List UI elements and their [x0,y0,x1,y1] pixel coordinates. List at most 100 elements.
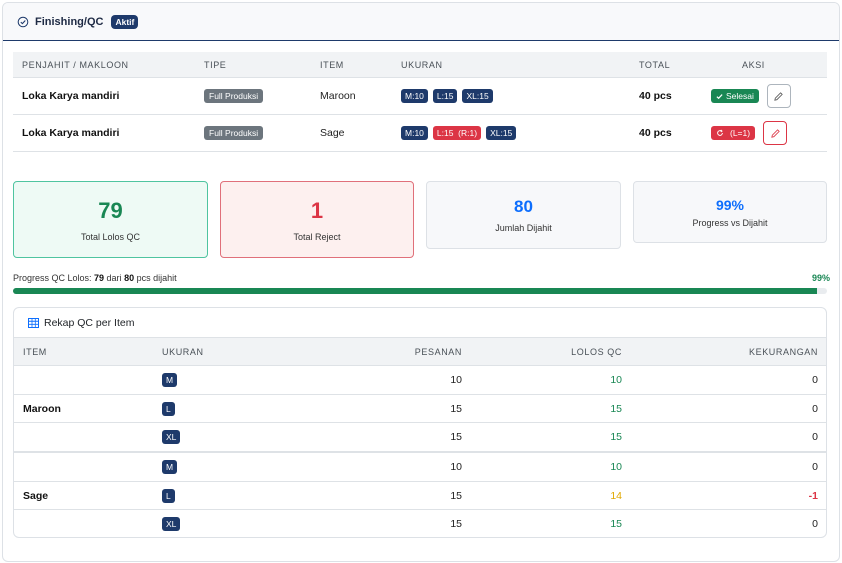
ukuran-badge: L [162,488,175,503]
status-badge: Aktif [111,14,139,29]
ukuran-badge: M [162,459,178,474]
stat-value: 79 [98,197,123,223]
table-row: M 10 10 0 [14,366,826,395]
stat-value: 1 [310,197,324,223]
status-label: (L=1) [730,128,751,138]
size-badge: XL:15 [462,89,493,103]
group-item-name: Maroon [23,403,61,416]
col-ukuran: UKURAN [401,59,443,70]
size-badges: M:10 L:15 (R:1) XL:15 [401,126,521,140]
rekap-group: M 10 10 0 L 15 15 0 XL 15 15 0 Maroon [14,366,826,454]
ukuran-badge: XL [162,517,181,532]
col-pesanan: PESANAN [414,346,462,357]
rekap-card: Rekap QC per Item ITEM UKURAN PESANAN LO… [13,307,827,538]
progress-percent: 99% [811,273,830,283]
status-label: Selesai [726,91,754,101]
ukuran-badge: XL [162,430,181,445]
kekurangan-value: -1 [808,489,818,502]
progress-prefix: Progress QC Lolos: [13,273,95,283]
aksi-cell: (L=1) [711,121,788,145]
table-header: PENJAHIT / MAKLOON TIPE ITEM UKURAN TOTA… [13,52,827,78]
col-total: TOTAL [639,59,671,70]
total-value: 40 pcs [639,127,672,139]
check-icon [716,93,723,99]
lolos-value: 15 [610,402,622,415]
stat-total-reject: 1 Total Reject [220,181,414,258]
aksi-cell: Selesai [711,84,791,108]
lolos-value: 10 [610,460,622,473]
size-badge: M:10 [401,89,428,103]
penjahit-table: PENJAHIT / MAKLOON TIPE ITEM UKURAN TOTA… [13,52,827,152]
card-header: Finishing/QC Aktif [3,3,839,41]
table-row: Loka Karya mandiri Full Produksi Sage M:… [13,115,827,152]
col-ukuran: UKURAN [162,346,204,357]
pencil-icon [774,91,784,101]
stat-progress: 99% Progress vs Dijahit [633,181,827,243]
kekurangan-value: 0 [812,431,818,444]
edit-button[interactable] [766,84,791,108]
col-tipe: TIPE [204,59,227,70]
col-penjahit: PENJAHIT / MAKLOON [22,59,129,70]
size-badges: M:10 L:15 XL:15 [401,89,498,103]
page-title: Finishing/QC [35,15,104,28]
pesanan-value: 15 [450,431,462,444]
lolos-value: 14 [610,489,622,502]
stat-label: Total Reject [293,231,341,242]
group-item-name: Sage [23,490,49,503]
pesanan-value: 15 [450,489,462,502]
size-badge: XL:15 [486,126,517,140]
kekurangan-value: 0 [812,402,818,415]
table-row: XL 15 15 0 [14,423,826,453]
stat-label: Total Lolos QC [80,231,141,242]
table-row: XL 15 15 0 [14,510,826,537]
lolos-value: 10 [610,373,622,386]
item-name: Sage [320,127,345,139]
stat-jumlah-dijahit: 80 Jumlah Dijahit [426,181,621,249]
size-badge: L:15 [432,89,458,103]
col-lolos: LOLOS QC [571,346,622,357]
progress-fill [13,288,817,294]
pesanan-value: 15 [450,402,462,415]
pesanan-value: 10 [450,460,462,473]
table-row: Loka Karya mandiri Full Produksi Maroon … [13,78,827,115]
col-item: ITEM [23,346,47,357]
progress-mid: dari [104,273,125,283]
edit-button[interactable] [763,121,788,145]
size-badge: M:10 [401,126,428,140]
tipe-badge: Full Produksi [204,89,264,103]
col-item: ITEM [320,59,344,70]
total-value: 40 pcs [639,90,672,102]
col-aksi: AKSI [742,59,765,70]
item-name: Maroon [320,90,356,102]
refresh-icon [717,129,723,136]
table-row: L 15 15 0 [14,395,826,424]
rekap-header: Rekap QC per Item [14,308,826,338]
pesanan-value: 10 [450,373,462,386]
table-row: M 10 10 0 [14,453,826,482]
kekurangan-value: 0 [812,460,818,473]
progress-bar [13,288,827,294]
size-badge-reject: L:15 (R:1) [432,126,482,140]
pencil-icon [770,128,780,138]
stat-value: 80 [514,197,533,216]
rekap-table-header: ITEM UKURAN PESANAN LOLOS QC KEKURANGAN [14,338,826,366]
progress-total: 80 [124,273,135,283]
kekurangan-value: 0 [812,518,818,531]
stat-label: Progress vs Dijahit [692,217,768,228]
table-row: L 15 14 -1 [14,482,826,511]
kekurangan-value: 0 [812,373,818,386]
progress-lolos: 79 [94,273,105,283]
col-kekurangan: KEKURANGAN [748,346,818,357]
rekap-title: Rekap QC per Item [44,316,135,329]
tipe-badge: Full Produksi [204,126,264,140]
table-icon [28,317,39,328]
ukuran-badge: L [162,401,175,416]
stat-value: 99% [715,196,745,213]
penjahit-name: Loka Karya mandiri [22,90,120,102]
progress-suffix: pcs dijahit [134,273,177,283]
penjahit-name: Loka Karya mandiri [22,127,120,139]
stat-total-lolos: 79 Total Lolos QC [13,181,208,258]
check-circle-icon [17,16,29,28]
status-selesai-badge: Selesai [711,89,759,103]
lolos-value: 15 [610,518,622,531]
